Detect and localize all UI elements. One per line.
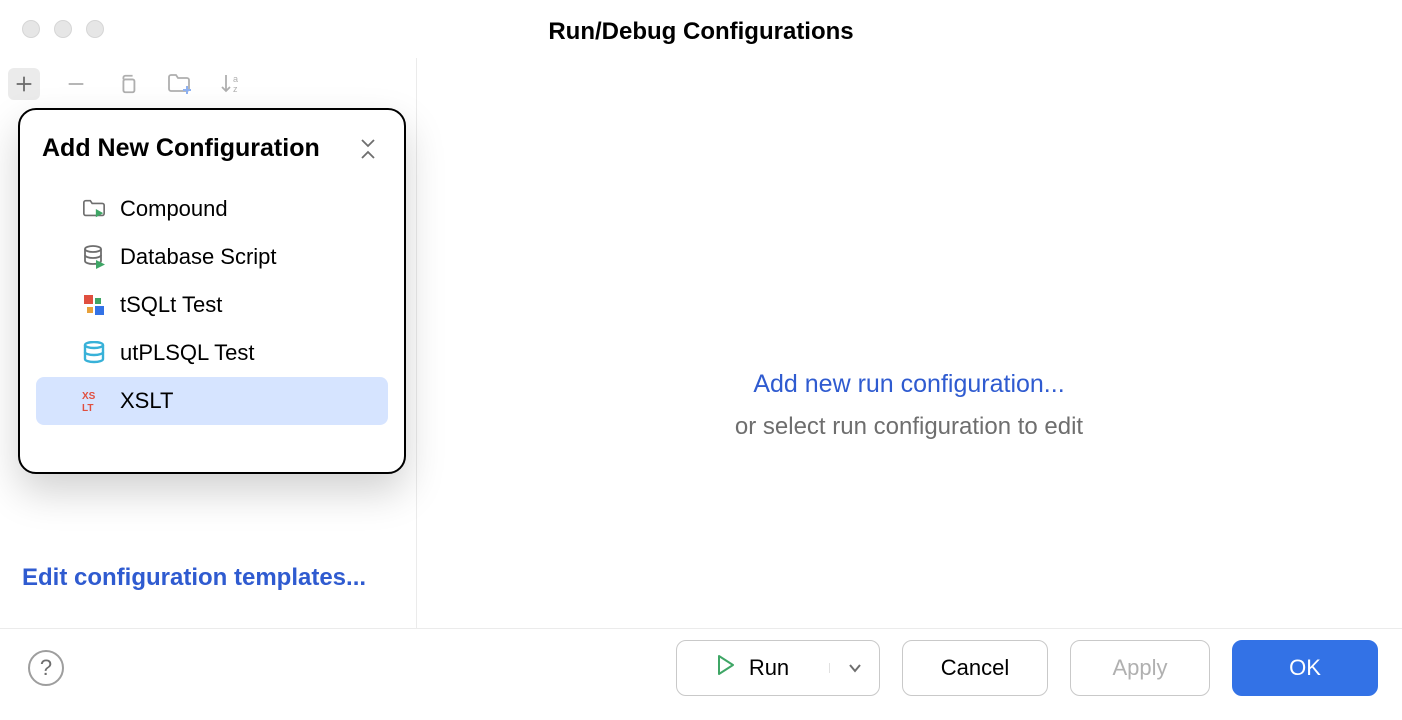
configuration-type-list: Compound Database Script tSQLt Test utPLSQL… [36, 185, 388, 425]
empty-state-subtext: or select run configuration to edit [416, 413, 1402, 441]
svg-text:z: z [233, 84, 238, 94]
sort-button: az [216, 68, 248, 100]
compound-icon [82, 197, 106, 221]
add-configuration-button[interactable] [8, 68, 40, 100]
run-split-button[interactable]: Run [676, 640, 880, 696]
play-icon [717, 655, 735, 681]
run-dropdown-button[interactable] [829, 663, 879, 673]
svg-text:a: a [233, 74, 238, 84]
config-type-compound[interactable]: Compound [36, 185, 388, 233]
xslt-icon: XSLT [82, 389, 106, 413]
sidebar-divider [416, 58, 417, 628]
dialog-title: Run/Debug Configurations [0, 18, 1402, 46]
svg-text:XS: XS [82, 391, 96, 402]
edit-configuration-templates-link[interactable]: Edit configuration templates... [22, 564, 366, 592]
help-button[interactable]: ? [28, 650, 64, 686]
config-type-label: Compound [120, 196, 228, 222]
cancel-button[interactable]: Cancel [902, 640, 1048, 696]
tsqlt-icon [82, 293, 106, 317]
add-new-configuration-popup: Add New Configuration Compound Database S… [18, 108, 406, 474]
config-type-database[interactable]: Database Script [36, 233, 388, 281]
database-icon [82, 245, 106, 269]
dialog-footer: Run Cancel Apply OK [676, 640, 1378, 696]
config-type-utplsql[interactable]: utPLSQL Test [36, 329, 388, 377]
config-type-label: tSQLt Test [120, 292, 222, 318]
config-type-label: utPLSQL Test [120, 340, 255, 366]
run-button-label: Run [749, 655, 789, 681]
ok-button[interactable]: OK [1232, 640, 1378, 696]
footer-divider [0, 628, 1402, 629]
config-type-label: XSLT [120, 388, 173, 414]
svg-text:LT: LT [82, 403, 93, 412]
chevron-down-icon [848, 663, 862, 673]
collapse-icon[interactable] [354, 135, 382, 163]
utplsql-icon [82, 341, 106, 365]
configurations-toolbar: az [0, 60, 416, 108]
config-type-label: Database Script [120, 244, 277, 270]
add-new-run-configuration-link[interactable]: Add new run configuration... [416, 370, 1402, 399]
popup-title: Add New Configuration [42, 134, 320, 163]
remove-configuration-button [60, 68, 92, 100]
config-type-xslt[interactable]: XSLTXSLT [36, 377, 388, 425]
run-button[interactable]: Run [677, 655, 829, 681]
config-type-tsqlt[interactable]: tSQLt Test [36, 281, 388, 329]
run-debug-configurations-dialog: Run/Debug Configurations az Add New Conf… [0, 0, 1402, 720]
main-empty-state: Add new run configuration... or select r… [416, 370, 1402, 441]
new-folder-button [164, 68, 196, 100]
apply-button: Apply [1070, 640, 1210, 696]
copy-configuration-button [112, 68, 144, 100]
